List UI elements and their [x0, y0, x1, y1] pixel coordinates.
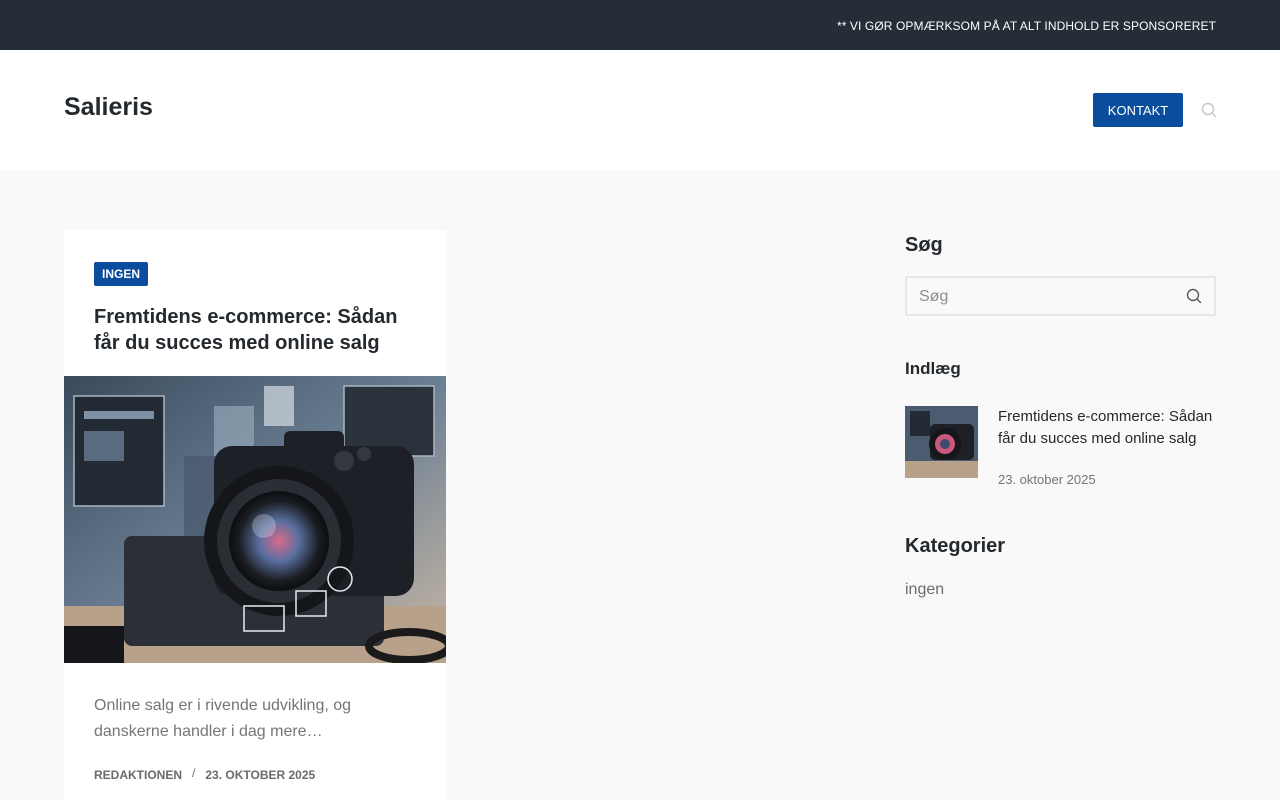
category-link-ingen[interactable]: ingen [905, 581, 944, 599]
article-author[interactable]: REDAKTIONEN [94, 768, 182, 782]
search-submit-icon[interactable] [1186, 288, 1202, 304]
contact-button[interactable]: KONTAKT [1093, 93, 1183, 127]
search-input[interactable] [919, 287, 1179, 307]
category-badge[interactable]: INGEN [94, 262, 149, 286]
article-excerpt: Online salg er i rivende udvikling, og d… [94, 697, 352, 740]
sponsored-notice: ** VI GØR OPMÆRKSOM PÅ AT ALT INDHOLD ER… [836, 19, 1216, 33]
post-item-date: 23. oktober 2025 [998, 472, 1096, 487]
article-meta: REDAKTIONEN / 23. OKTOBER 2025 [94, 766, 316, 782]
site-header: Salieris KONTAKT [0, 50, 1280, 170]
top-notice-bar: ** VI GØR OPMÆRKSOM PÅ AT ALT INDHOLD ER… [0, 0, 1280, 50]
categories-widget-title: Kategorier [905, 535, 1006, 557]
post-item-title[interactable]: Fremtidens e-commerce: Sådan får du succ… [998, 406, 1216, 450]
article-title[interactable]: Fremtidens e-commerce: Sådan får du succ… [94, 304, 424, 356]
article-date: 23. OKTOBER 2025 [205, 768, 316, 782]
post-thumbnail[interactable] [905, 406, 978, 478]
search-widget-title: Søg [905, 234, 943, 256]
meta-separator: / [192, 766, 196, 780]
article-image[interactable] [64, 376, 446, 663]
search-icon[interactable] [1201, 102, 1217, 118]
article-card: INGEN Fremtidens e-commerce: Sådan får d… [64, 230, 446, 800]
site-title[interactable]: Salieris [64, 93, 153, 122]
posts-widget-title: Indlæg [905, 359, 961, 378]
search-form [905, 276, 1216, 316]
